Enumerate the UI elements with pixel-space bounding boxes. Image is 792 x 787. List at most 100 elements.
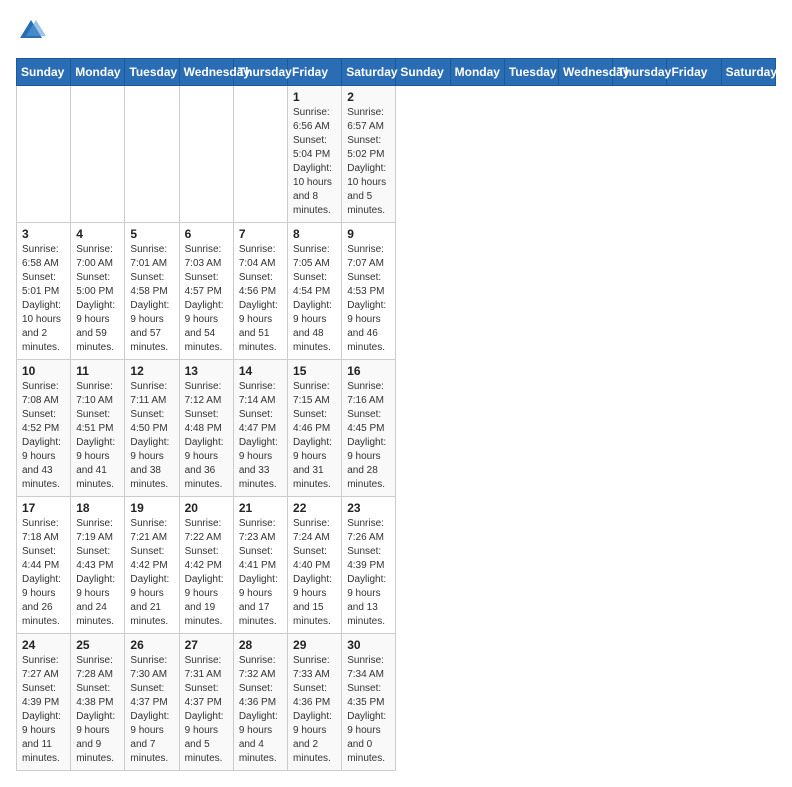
day-number: 25 [76, 638, 119, 652]
calendar-cell: 10 Sunrise: 7:08 AM Sunset: 4:52 PM Dayli… [17, 360, 71, 497]
day-number: 3 [22, 227, 65, 241]
day-number: 6 [185, 227, 228, 241]
col-header-monday: Monday [450, 59, 504, 86]
day-number: 12 [130, 364, 173, 378]
calendar-cell: 24Sunrise: 7:27 AM Sunset: 4:39 PM Dayli… [17, 634, 71, 771]
day-info: Sunrise: 7:33 AM Sunset: 4:36 PM Dayligh… [293, 654, 336, 766]
day-number: 28 [239, 638, 282, 652]
day-number: 10 [22, 364, 65, 378]
day-number: 13 [185, 364, 228, 378]
col-header-saturday: Saturday [721, 59, 775, 86]
calendar-week-3: 17Sunrise: 7:18 AM Sunset: 4:44 PM Dayli… [17, 497, 776, 634]
day-info: Sunrise: 7:08 AM Sunset: 4:52 PM Dayligh… [22, 380, 65, 492]
logo [16, 16, 50, 46]
day-number: 4 [76, 227, 119, 241]
calendar-cell: 26Sunrise: 7:30 AM Sunset: 4:37 PM Dayli… [125, 634, 179, 771]
calendar-header-row: SundayMondayTuesdayWednesdayThursdayFrid… [17, 59, 776, 86]
calendar-cell: 29Sunrise: 7:33 AM Sunset: 4:36 PM Dayli… [288, 634, 342, 771]
day-info: Sunrise: 7:24 AM Sunset: 4:40 PM Dayligh… [293, 517, 336, 629]
header-thursday: Thursday [233, 59, 287, 86]
day-info: Sunrise: 7:01 AM Sunset: 4:58 PM Dayligh… [130, 243, 173, 355]
day-info: Sunrise: 7:12 AM Sunset: 4:48 PM Dayligh… [185, 380, 228, 492]
day-info: Sunrise: 7:10 AM Sunset: 4:51 PM Dayligh… [76, 380, 119, 492]
calendar-cell: 12 Sunrise: 7:11 AM Sunset: 4:50 PM Dayli… [125, 360, 179, 497]
calendar-cell: 7 Sunrise: 7:04 AM Sunset: 4:56 PM Daylig… [233, 223, 287, 360]
day-number: 7 [239, 227, 282, 241]
calendar-cell: 15 Sunrise: 7:15 AM Sunset: 4:46 PM Dayli… [288, 360, 342, 497]
day-number: 5 [130, 227, 173, 241]
page-header [16, 16, 776, 46]
calendar-cell [179, 86, 233, 223]
calendar-cell: 20Sunrise: 7:22 AM Sunset: 4:42 PM Dayli… [179, 497, 233, 634]
col-header-thursday: Thursday [613, 59, 667, 86]
day-info: Sunrise: 7:31 AM Sunset: 4:37 PM Dayligh… [185, 654, 228, 766]
calendar-week-4: 24Sunrise: 7:27 AM Sunset: 4:39 PM Dayli… [17, 634, 776, 771]
calendar-cell: 16 Sunrise: 7:16 AM Sunset: 4:45 PM Dayli… [342, 360, 396, 497]
day-info: Sunrise: 6:56 AM Sunset: 5:04 PM Dayligh… [293, 106, 336, 218]
day-info: Sunrise: 7:04 AM Sunset: 4:56 PM Dayligh… [239, 243, 282, 355]
calendar-cell: 19 Sunrise: 7:21 AM Sunset: 4:42 PM Dayli… [125, 497, 179, 634]
calendar-week-0: 1 Sunrise: 6:56 AM Sunset: 5:04 PM Daylig… [17, 86, 776, 223]
day-number: 16 [347, 364, 390, 378]
calendar-cell: 18Sunrise: 7:19 AM Sunset: 4:43 PM Dayli… [71, 497, 125, 634]
day-number: 17 [22, 501, 65, 515]
day-info: Sunrise: 7:16 AM Sunset: 4:45 PM Dayligh… [347, 380, 390, 492]
calendar-cell: 2Sunrise: 6:57 AM Sunset: 5:02 PM Daylig… [342, 86, 396, 223]
day-number: 19 [130, 501, 173, 515]
calendar-week-2: 10 Sunrise: 7:08 AM Sunset: 4:52 PM Dayli… [17, 360, 776, 497]
calendar-cell: 9 Sunrise: 7:07 AM Sunset: 4:53 PM Daylig… [342, 223, 396, 360]
calendar-cell: 4 Sunrise: 7:00 AM Sunset: 5:00 PM Daylig… [71, 223, 125, 360]
day-info: Sunrise: 7:11 AM Sunset: 4:50 PM Dayligh… [130, 380, 173, 492]
day-number: 2 [347, 90, 390, 104]
calendar-cell [125, 86, 179, 223]
day-number: 27 [185, 638, 228, 652]
calendar-cell: 1 Sunrise: 6:56 AM Sunset: 5:04 PM Daylig… [288, 86, 342, 223]
day-number: 22 [293, 501, 336, 515]
day-number: 8 [293, 227, 336, 241]
day-number: 9 [347, 227, 390, 241]
day-number: 26 [130, 638, 173, 652]
calendar-cell: 25 Sunrise: 7:28 AM Sunset: 4:38 PM Dayli… [71, 634, 125, 771]
day-info: Sunrise: 7:27 AM Sunset: 4:39 PM Dayligh… [22, 654, 65, 766]
calendar-cell: 23Sunrise: 7:26 AM Sunset: 4:39 PM Dayli… [342, 497, 396, 634]
day-info: Sunrise: 7:23 AM Sunset: 4:41 PM Dayligh… [239, 517, 282, 629]
day-number: 18 [76, 501, 119, 515]
day-info: Sunrise: 6:58 AM Sunset: 5:01 PM Dayligh… [22, 243, 65, 355]
calendar-cell: 14 Sunrise: 7:14 AM Sunset: 4:47 PM Dayli… [233, 360, 287, 497]
day-info: Sunrise: 7:28 AM Sunset: 4:38 PM Dayligh… [76, 654, 119, 766]
header-tuesday: Tuesday [125, 59, 179, 86]
header-friday: Friday [288, 59, 342, 86]
calendar-cell [17, 86, 71, 223]
col-header-tuesday: Tuesday [504, 59, 558, 86]
calendar-cell: 11Sunrise: 7:10 AM Sunset: 4:51 PM Dayli… [71, 360, 125, 497]
calendar-cell: 28 Sunrise: 7:32 AM Sunset: 4:36 PM Dayli… [233, 634, 287, 771]
day-info: Sunrise: 7:07 AM Sunset: 4:53 PM Dayligh… [347, 243, 390, 355]
header-saturday: Saturday [342, 59, 396, 86]
calendar-cell: 3 Sunrise: 6:58 AM Sunset: 5:01 PM Daylig… [17, 223, 71, 360]
calendar-cell: 30Sunrise: 7:34 AM Sunset: 4:35 PM Dayli… [342, 634, 396, 771]
calendar-cell: 27 Sunrise: 7:31 AM Sunset: 4:37 PM Dayli… [179, 634, 233, 771]
day-info: Sunrise: 7:26 AM Sunset: 4:39 PM Dayligh… [347, 517, 390, 629]
day-info: Sunrise: 7:32 AM Sunset: 4:36 PM Dayligh… [239, 654, 282, 766]
logo-icon [16, 16, 46, 46]
calendar-week-1: 3 Sunrise: 6:58 AM Sunset: 5:01 PM Daylig… [17, 223, 776, 360]
day-number: 14 [239, 364, 282, 378]
day-number: 15 [293, 364, 336, 378]
calendar-table: SundayMondayTuesdayWednesdayThursdayFrid… [16, 58, 776, 771]
col-header-wednesday: Wednesday [559, 59, 613, 86]
calendar-cell: 6Sunrise: 7:03 AM Sunset: 4:57 PM Daylig… [179, 223, 233, 360]
calendar-cell: 17Sunrise: 7:18 AM Sunset: 4:44 PM Dayli… [17, 497, 71, 634]
calendar-cell: 22 Sunrise: 7:24 AM Sunset: 4:40 PM Dayli… [288, 497, 342, 634]
day-number: 1 [293, 90, 336, 104]
day-info: Sunrise: 7:00 AM Sunset: 5:00 PM Dayligh… [76, 243, 119, 355]
col-header-sunday: Sunday [396, 59, 450, 86]
header-monday: Monday [71, 59, 125, 86]
day-number: 21 [239, 501, 282, 515]
day-number: 20 [185, 501, 228, 515]
day-number: 30 [347, 638, 390, 652]
day-info: Sunrise: 7:14 AM Sunset: 4:47 PM Dayligh… [239, 380, 282, 492]
calendar-cell: 21 Sunrise: 7:23 AM Sunset: 4:41 PM Dayli… [233, 497, 287, 634]
calendar-cell [71, 86, 125, 223]
day-info: Sunrise: 7:15 AM Sunset: 4:46 PM Dayligh… [293, 380, 336, 492]
day-info: Sunrise: 7:21 AM Sunset: 4:42 PM Dayligh… [130, 517, 173, 629]
